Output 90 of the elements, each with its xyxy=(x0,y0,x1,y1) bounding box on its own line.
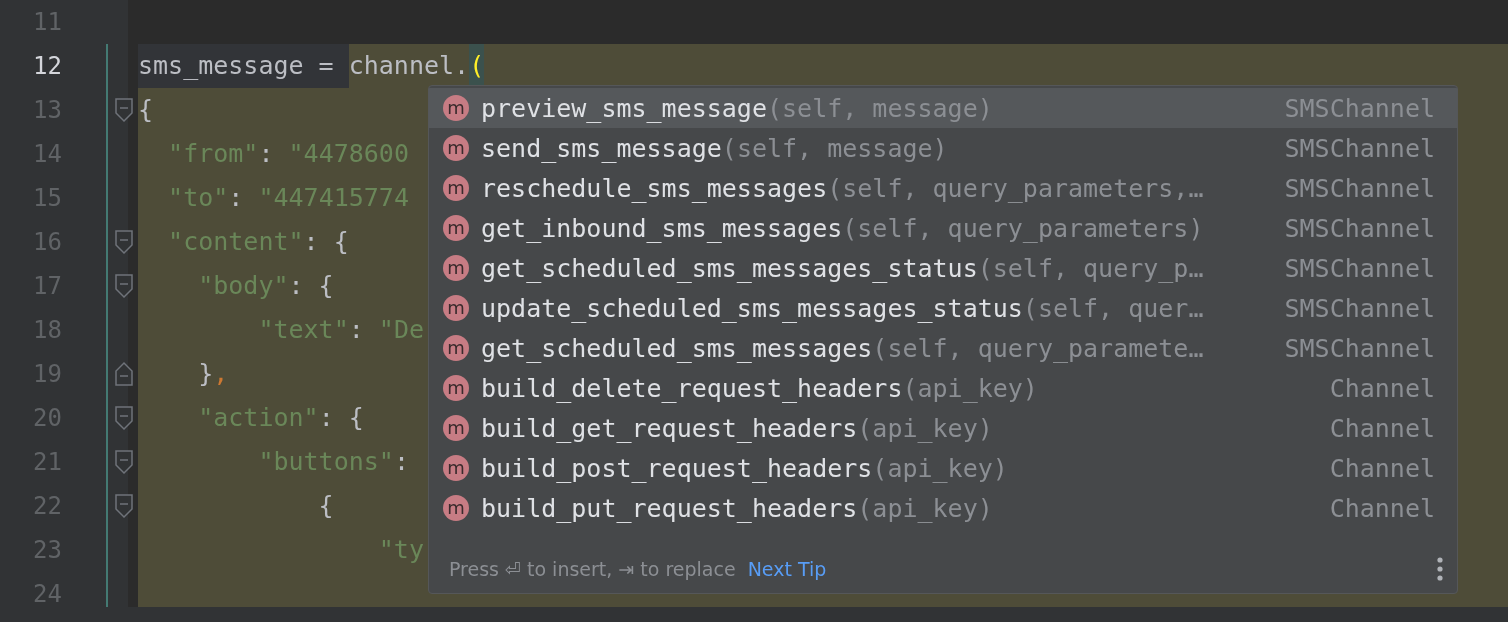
fold-end-icon[interactable] xyxy=(114,361,134,387)
method-icon: m xyxy=(443,215,469,241)
method-params: (api_key) xyxy=(857,493,994,523)
class-name: SMSChannel xyxy=(1284,173,1435,203)
method-icon: m xyxy=(443,455,469,481)
class-name: Channel xyxy=(1329,493,1435,523)
completion-item[interactable]: m get_inbound_sms_messages(self, query_parameters) SMSChannel xyxy=(429,208,1457,248)
line-number: 12 xyxy=(32,51,62,82)
method-name: get_scheduled_sms_messages xyxy=(481,333,873,363)
completion-item[interactable]: m build_get_request_headers(api_key) Channel xyxy=(429,408,1457,448)
completion-item[interactable]: m build_delete_request_headers(api_key) Channel xyxy=(429,368,1457,408)
code-text: "De xyxy=(378,314,424,346)
method-name: build_delete_request_headers xyxy=(481,373,903,403)
method-icon: m xyxy=(443,295,469,321)
completion-item[interactable]: m reschedule_sms_messages(self, query_parameters,… SMSChannel xyxy=(429,168,1457,208)
method-icon: m xyxy=(443,255,469,281)
code-text: : { xyxy=(288,270,334,302)
method-params: (api_key) xyxy=(872,453,1009,483)
fold-collapse-icon[interactable] xyxy=(114,273,134,299)
more-options-icon[interactable] xyxy=(1437,556,1443,581)
hint-text: Press ⏎ to insert, ⇥ to replace xyxy=(449,557,736,580)
class-name: SMSChannel xyxy=(1284,213,1435,243)
method-name: build_post_request_headers xyxy=(481,453,873,483)
method-params: (self, quer… xyxy=(1022,293,1205,323)
method-icon: m xyxy=(443,495,469,521)
method-name: send_sms_message xyxy=(481,133,722,163)
method-params: (self, query_parameters,… xyxy=(827,173,1205,203)
class-name: Channel xyxy=(1329,413,1435,443)
code-text: : xyxy=(348,314,365,346)
method-icon: m xyxy=(443,415,469,441)
completion-item[interactable]: m preview_sms_message(self, message) SMSChannel xyxy=(429,88,1457,128)
code-text: "body" xyxy=(197,270,289,302)
code-text: "to" xyxy=(167,182,229,214)
fold-collapse-icon[interactable] xyxy=(114,229,134,255)
completion-item[interactable]: m build_post_request_headers(api_key) Channel xyxy=(429,448,1457,488)
method-params: (self, query_paramete… xyxy=(872,333,1205,363)
code-text: : { xyxy=(303,226,349,258)
completion-item[interactable]: m build_put_request_headers(api_key) Channel xyxy=(429,488,1457,528)
class-name: SMSChannel xyxy=(1284,253,1435,283)
method-name: get_scheduled_sms_messages_status xyxy=(481,253,978,283)
code-text: , xyxy=(213,358,229,390)
code-text: ( xyxy=(469,44,485,88)
code-text: "4478600 xyxy=(288,138,409,170)
class-name: SMSChannel xyxy=(1284,133,1435,163)
fold-collapse-icon[interactable] xyxy=(114,405,134,431)
method-params: (api_key) xyxy=(857,413,994,443)
code-text: "447415774 xyxy=(258,182,409,214)
code-text: "action" xyxy=(197,402,319,434)
class-name: SMSChannel xyxy=(1284,333,1435,363)
method-icon: m xyxy=(443,95,469,121)
completion-item[interactable]: m update_scheduled_sms_messages_status(self, quer… SMSChannel xyxy=(429,288,1457,328)
fold-collapse-icon[interactable] xyxy=(114,97,134,123)
code-text: : xyxy=(258,138,275,170)
method-name: build_get_request_headers xyxy=(481,413,858,443)
code-text: channel. xyxy=(348,44,470,88)
code-text: sms_message = xyxy=(138,44,349,88)
class-name: SMSChannel xyxy=(1284,293,1435,323)
code-text: "content" xyxy=(167,226,304,258)
fold-collapse-icon[interactable] xyxy=(114,493,134,519)
method-name: update_scheduled_sms_messages_status xyxy=(481,293,1023,323)
completion-item[interactable]: m get_scheduled_sms_messages_status(self, query_p… SMSChannel xyxy=(429,248,1457,288)
class-name: Channel xyxy=(1329,453,1435,483)
code-text: : { xyxy=(318,402,364,434)
completion-item[interactable]: m get_scheduled_sms_messages(self, query_paramete… SMSChannel xyxy=(429,328,1457,368)
method-params: (self, message) xyxy=(767,93,994,123)
code-text: { xyxy=(317,490,334,522)
method-name: build_put_request_headers xyxy=(481,493,858,523)
class-name: SMSChannel xyxy=(1284,93,1435,123)
method-name: get_inbound_sms_messages xyxy=(481,213,843,243)
code-text: } xyxy=(197,358,214,390)
method-params: (api_key) xyxy=(902,373,1039,403)
method-name: preview_sms_message xyxy=(481,93,767,123)
method-icon: m xyxy=(443,335,469,361)
code-text: "buttons" xyxy=(257,446,394,478)
code-text: "from" xyxy=(167,138,259,170)
completion-item[interactable]: m send_sms_message(self, message) SMSChannel xyxy=(429,128,1457,168)
class-name: Channel xyxy=(1329,373,1435,403)
method-name: reschedule_sms_messages xyxy=(481,173,828,203)
code-text: : xyxy=(393,446,409,478)
method-params: (self, query_p… xyxy=(977,253,1205,283)
code-text: : xyxy=(228,182,245,214)
code-text: "text" xyxy=(257,314,349,346)
fold-collapse-icon[interactable] xyxy=(114,449,134,475)
code-text: "ty xyxy=(377,534,424,566)
method-icon: m xyxy=(443,375,469,401)
method-params: (self, message) xyxy=(721,133,949,163)
method-params: (self, query_parameters) xyxy=(842,213,1205,243)
code-text: { xyxy=(138,94,154,126)
method-icon: m xyxy=(443,175,469,201)
method-icon: m xyxy=(443,135,469,161)
